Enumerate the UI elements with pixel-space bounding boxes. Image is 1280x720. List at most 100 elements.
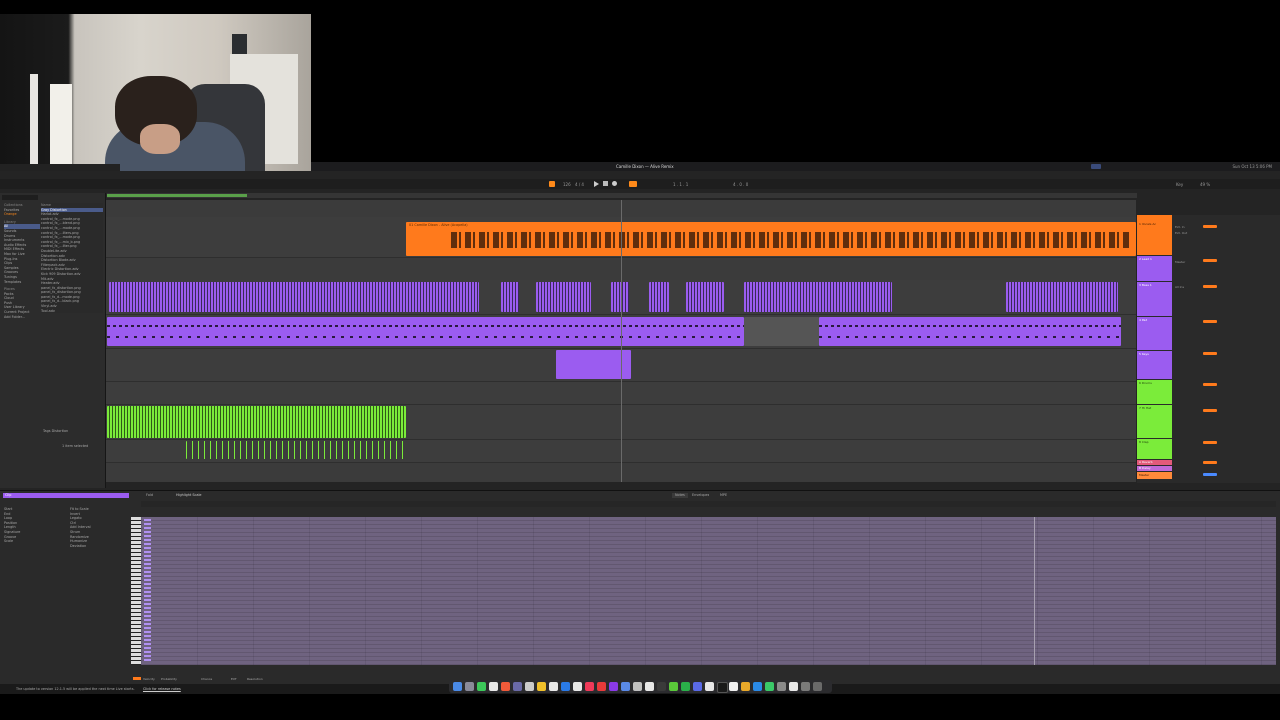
stop-icon[interactable] (603, 181, 608, 186)
photos-icon[interactable] (501, 682, 510, 691)
sidebar-item-orange[interactable]: Orange (4, 212, 40, 217)
textedit-icon[interactable] (729, 682, 738, 691)
velocity-lane-toggle[interactable]: Velocity (143, 677, 155, 681)
trash-icon[interactable] (777, 682, 786, 691)
tab-envelopes[interactable]: Envelopes (692, 493, 709, 498)
master-track[interactable]: Master (1137, 472, 1172, 479)
probability-lane-toggle[interactable]: Probability (161, 677, 177, 681)
arrangement-overview[interactable] (107, 193, 1137, 198)
tap-tempo-button[interactable] (549, 181, 555, 187)
midi-clip-bass[interactable] (107, 317, 744, 346)
midi-clip-lead[interactable] (686, 282, 724, 312)
midi-clip-lead[interactable] (1006, 282, 1118, 312)
search-input[interactable] (2, 195, 38, 200)
applications-icon[interactable] (813, 682, 822, 691)
track-header-drums[interactable]: 6 Drums (1137, 380, 1172, 404)
midi-from[interactable]: All Ins (1175, 285, 1184, 289)
mail-icon[interactable] (513, 682, 522, 691)
song-position[interactable]: 1 . 1 . 1 (673, 182, 688, 187)
volume-fader[interactable] (1203, 383, 1217, 386)
track-header-keys[interactable]: 5 Keys (1137, 351, 1172, 379)
return-track-delay[interactable]: B Delay (1137, 466, 1172, 471)
play-icon[interactable] (594, 181, 599, 187)
ext-toggle[interactable]: EXT (231, 677, 237, 681)
messages-icon[interactable] (477, 682, 486, 691)
midi-clip-hihat[interactable] (186, 441, 406, 459)
key-button[interactable]: Key (1176, 182, 1183, 187)
piano-roll-grid[interactable] (141, 517, 1276, 665)
keynote-icon[interactable] (753, 682, 762, 691)
numbers-icon[interactable] (765, 682, 774, 691)
midi-clip-bass-muted[interactable] (744, 317, 819, 346)
browser-tags[interactable]: Tags Distortion (43, 429, 103, 434)
tab-notes[interactable]: Notes (672, 493, 688, 498)
chance-field[interactable]: Chance (201, 677, 212, 681)
spotify-icon[interactable] (681, 682, 690, 691)
resolution-field[interactable]: Resolution (247, 677, 263, 681)
terminal-icon[interactable] (657, 682, 666, 691)
sidebar-item-add-folder[interactable]: Add Folder... (4, 315, 40, 320)
highlight-scale-button[interactable]: Highlight Scale (176, 493, 202, 498)
midi-clip-lead[interactable] (744, 282, 892, 312)
input-routing[interactable]: Ext. In (1175, 225, 1185, 229)
facetime-icon[interactable] (621, 682, 630, 691)
midi-clip-bass[interactable] (819, 317, 1121, 346)
calendar-icon[interactable] (525, 682, 534, 691)
whatsapp-icon[interactable] (669, 682, 678, 691)
audio-clip-vocals[interactable]: 01 Camille Dixon - Alive (Acapella) (406, 222, 1136, 256)
system-settings-icon[interactable] (633, 682, 642, 691)
sidebar-item-templates[interactable]: Templates (4, 280, 40, 285)
record-icon[interactable] (612, 181, 617, 186)
piano-roll-ruler[interactable] (141, 501, 1276, 507)
midi-clip-lead[interactable] (501, 282, 519, 312)
track-header-vocals[interactable]: 1 Vocals Ac (1137, 215, 1172, 255)
volume-fader[interactable] (1203, 352, 1217, 355)
volume-fader[interactable] (1203, 441, 1217, 444)
documents-icon[interactable] (801, 682, 810, 691)
launchpad-icon[interactable] (465, 682, 474, 691)
session-record-button[interactable] (629, 181, 637, 187)
midi-clip-lead[interactable] (536, 282, 591, 312)
track-header-clap[interactable]: 8 Clap (1137, 439, 1172, 459)
midi-clip-lead[interactable] (649, 282, 669, 312)
music-icon[interactable] (585, 682, 594, 691)
control-center-icon[interactable] (1091, 164, 1101, 169)
midi-note[interactable] (144, 519, 151, 663)
podcasts-icon[interactable] (609, 682, 618, 691)
midi-clip-lead[interactable] (611, 282, 629, 312)
tab-mpe[interactable]: MPE (720, 493, 727, 498)
clip-title-bar[interactable]: Clip (3, 493, 129, 498)
midi-clip-drums[interactable] (107, 406, 406, 438)
master-volume-fader[interactable] (1203, 473, 1217, 476)
safari-icon[interactable] (573, 682, 582, 691)
track-header-bass[interactable]: 3 Bass 1 (1137, 282, 1172, 316)
audio-to[interactable]: Master (1175, 260, 1185, 264)
volume-fader[interactable] (1203, 285, 1217, 288)
notes-icon[interactable] (537, 682, 546, 691)
volume-fader[interactable] (1203, 225, 1217, 228)
track-header-hihat[interactable]: 7 Hi Hat (1137, 405, 1172, 438)
arrangement-view[interactable]: 01 Camille Dixon - Alive (Acapella) (106, 200, 1136, 482)
volume-fader[interactable] (1203, 461, 1217, 464)
chrome-icon[interactable] (489, 682, 498, 691)
midi-clip-lead[interactable] (109, 282, 479, 312)
preview-icon[interactable] (705, 682, 714, 691)
downloads-icon[interactable] (789, 682, 798, 691)
deviation-field[interactable]: Deviation (70, 544, 130, 549)
track-header-lead[interactable]: 2 Lead 1 (1137, 256, 1172, 281)
finder-icon[interactable] (453, 682, 462, 691)
app-store-icon[interactable] (561, 682, 570, 691)
piano-keys[interactable] (131, 517, 141, 665)
track-header-pad[interactable]: 4 Pad (1137, 317, 1172, 350)
volume-fader[interactable] (1203, 259, 1217, 262)
list-item[interactable]: Tool.adv (41, 309, 103, 314)
tempo-field[interactable]: 126 (563, 182, 571, 187)
volume-fader[interactable] (1203, 320, 1217, 323)
loop-length[interactable]: 4 . 0 . 0 (733, 182, 748, 187)
news-icon[interactable] (597, 682, 606, 691)
discord-icon[interactable] (693, 682, 702, 691)
return-track-reverb[interactable]: A Reverb (1137, 460, 1172, 465)
volume-fader[interactable] (1203, 409, 1217, 412)
pages-icon[interactable] (741, 682, 750, 691)
fold-button[interactable]: Fold (146, 493, 153, 498)
